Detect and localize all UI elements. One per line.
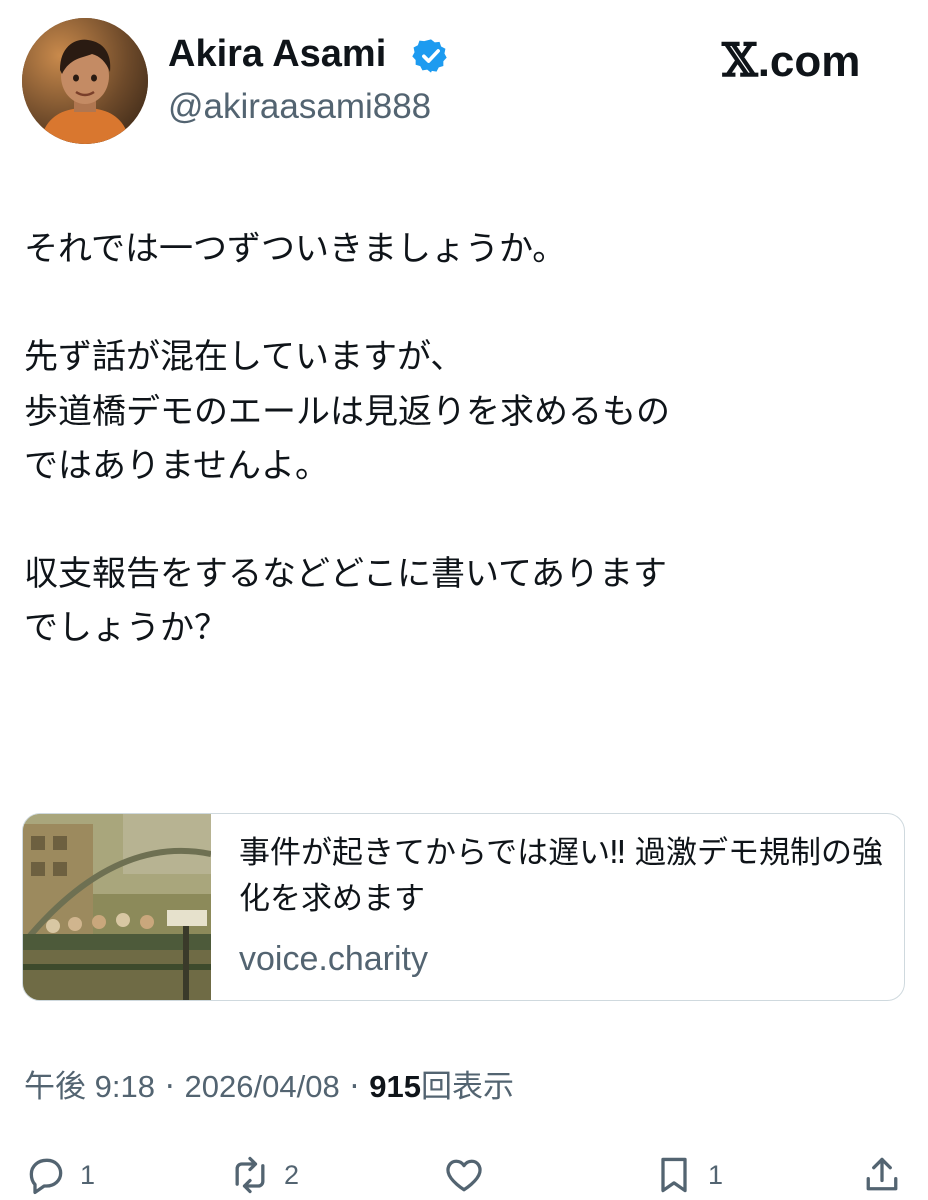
- views-label: 回表示: [421, 1069, 514, 1105]
- reply-count: 1: [80, 1159, 96, 1190]
- x-logo-icon: 𝕏: [722, 33, 758, 87]
- tweet-line: 先ず話が混在していますが、: [24, 337, 465, 378]
- reply-button[interactable]: 1: [24, 1150, 95, 1200]
- link-thumbnail-image: [23, 814, 211, 1000]
- tweet-line: 歩道橋デモのエールは見返りを求めるもの: [24, 391, 670, 432]
- like-button[interactable]: [442, 1150, 498, 1200]
- card-domain[interactable]: voice.charity: [239, 936, 428, 982]
- tweet-line: 収支報告をするなどどこに書いてあります: [24, 554, 667, 595]
- link-card[interactable]: 事件が起きてからでは遅い‼ 過激デモ規制の強化を求めます voice.chari…: [22, 813, 905, 1001]
- avatar[interactable]: [22, 18, 148, 144]
- brand-text: .com: [757, 37, 861, 86]
- verified-badge-icon: [412, 39, 447, 73]
- retweet-button[interactable]: 2: [228, 1150, 299, 1200]
- share-button[interactable]: [860, 1150, 904, 1200]
- views-count: 915: [369, 1069, 421, 1104]
- retweet-icon: [235, 1156, 265, 1194]
- share-icon: [866, 1157, 898, 1191]
- bookmark-count: 1: [708, 1159, 724, 1190]
- retweet-count: 2: [284, 1159, 300, 1190]
- post-time[interactable]: 午後 9:18: [24, 1069, 155, 1104]
- bookmark-button[interactable]: 1: [652, 1150, 723, 1200]
- tweet-line: それでは一つずついきましょうか。: [24, 229, 567, 269]
- meta-separator: ·: [349, 1069, 360, 1105]
- card-title[interactable]: 事件が起きてからでは遅い‼ 過激デモ規制の強化を求めます: [239, 830, 889, 922]
- tweet-line: ではありませんよ。: [24, 445, 329, 486]
- heart-icon: [446, 1159, 482, 1192]
- avatar-photo: [22, 18, 148, 144]
- reply-icon: [29, 1158, 63, 1195]
- tweet-line: でしょうか？: [24, 608, 228, 649]
- handle[interactable]: @akiraasami888: [168, 84, 431, 130]
- brand-watermark: 𝕏.com: [722, 32, 860, 90]
- display-name[interactable]: Akira Asami: [168, 30, 386, 78]
- tweet-meta: 午後 9:18 · 2026/04/08 · 915回表示: [24, 1064, 514, 1110]
- post-date[interactable]: 2026/04/08: [185, 1069, 340, 1104]
- meta-separator: ·: [164, 1069, 175, 1105]
- tweet-text: それでは一つずついきましょうか。 先ず話が混在していますが、 歩道橋デモのエール…: [24, 222, 904, 656]
- bookmark-icon: [661, 1157, 687, 1193]
